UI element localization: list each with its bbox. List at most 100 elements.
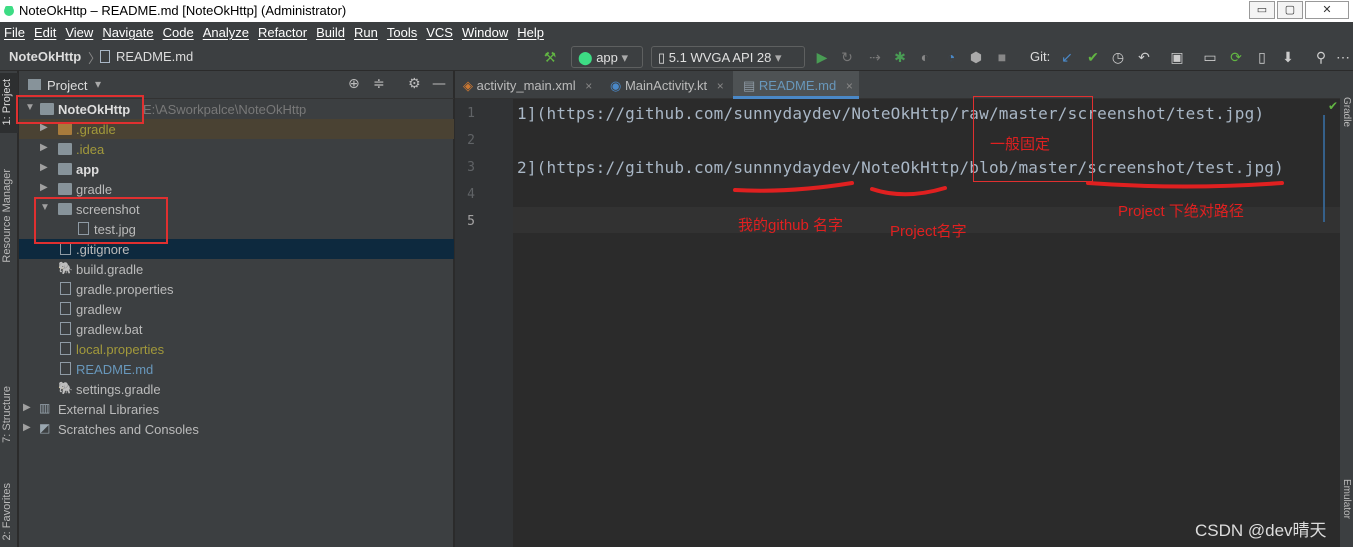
menu-window[interactable]: Window — [458, 25, 513, 40]
debug-icon[interactable]: ✱ — [891, 48, 909, 66]
tab-project-tool[interactable]: 1: Project — [1, 79, 13, 125]
tree-item-readme[interactable]: README.md — [19, 359, 454, 379]
project-view-title[interactable]: Project — [47, 78, 87, 93]
sdk-manager-icon[interactable]: ⬇ — [1279, 48, 1297, 66]
tree-item-gradlew[interactable]: gradlew — [19, 299, 454, 319]
tree-item-gradle-properties[interactable]: gradle.properties — [19, 279, 454, 299]
git-commit-icon[interactable]: ✔ — [1084, 48, 1102, 66]
bat-file-icon — [60, 322, 71, 335]
properties-file-icon — [60, 282, 71, 295]
expand-arrow-icon[interactable]: ▶ — [40, 142, 48, 153]
close-tab-icon[interactable]: × — [585, 79, 592, 93]
rollback-icon[interactable]: ↶ — [1135, 48, 1153, 66]
maximize-button[interactable]: ▢ — [1277, 1, 1303, 19]
project-panel-header: Project ▾ ⊕ ≑ ⚙ — — [19, 71, 454, 99]
tree-item-settings-gradle[interactable]: 🐘 settings.gradle — [19, 379, 454, 399]
tree-item-gradle-dir[interactable]: ▶ .gradle — [19, 119, 454, 139]
breadcrumb-file[interactable]: README.md — [116, 49, 193, 64]
menu-analyze[interactable]: Analyze — [199, 25, 254, 40]
apply-code-changes-icon[interactable]: ⇢ — [866, 48, 884, 66]
code-editor[interactable]: 1 2 3 4 5 1](https://github.com/sunnyday… — [455, 99, 1340, 547]
expand-arrow-icon[interactable]: ▶ — [40, 162, 48, 173]
tab-readme[interactable]: ▤ README.md × — [733, 71, 859, 99]
menu-tools[interactable]: Tools — [383, 25, 422, 40]
history-icon[interactable]: ◷ — [1109, 48, 1127, 66]
tree-item-label: gradlew.bat — [76, 322, 143, 337]
profile-icon[interactable]: ◔ — [942, 48, 960, 66]
chevron-down-icon[interactable]: ▾ — [95, 77, 101, 91]
apply-changes-icon[interactable]: ↻ — [838, 48, 856, 66]
tab-favorites[interactable]: 2: Favorites — [1, 483, 13, 540]
device-manager-icon[interactable]: ▯ — [1253, 48, 1271, 66]
build-hammer-icon[interactable]: ⚒ — [541, 48, 559, 66]
tree-item-scratches[interactable]: ▶ ◩ Scratches and Consoles — [19, 419, 454, 439]
tree-item-screenshot[interactable]: ▼ screenshot — [19, 199, 454, 219]
menu-file[interactable]: File — [0, 25, 30, 40]
folder-icon — [58, 143, 72, 155]
menu-navigate[interactable]: Navigate — [98, 25, 158, 40]
expand-arrow-icon[interactable]: ▶ — [23, 402, 31, 413]
expand-arrow-icon[interactable]: ▼ — [25, 102, 35, 113]
search-icon[interactable]: ⚲ — [1312, 48, 1330, 66]
sync-gradle-icon[interactable]: ⟳ — [1227, 48, 1245, 66]
hide-panel-icon[interactable]: — — [432, 76, 446, 92]
library-icon: ▥ — [39, 401, 51, 415]
menu-code[interactable]: Code — [159, 25, 199, 40]
menu-edit[interactable]: Edit — [30, 25, 61, 40]
expand-arrow-icon[interactable]: ▶ — [40, 122, 48, 133]
menu-build[interactable]: Build — [312, 25, 350, 40]
coverage-icon[interactable]: ⬢ — [967, 48, 985, 66]
device-select[interactable]: ▯ 5.1 WVGA API 28 ▾ — [651, 46, 805, 68]
close-tab-icon[interactable]: × — [846, 79, 853, 93]
menu-help[interactable]: Help — [513, 25, 549, 40]
breadcrumb-project[interactable]: NoteOkHttp — [9, 49, 81, 64]
stop-icon[interactable]: ■ — [993, 48, 1011, 66]
tree-item-gradlew-bat[interactable]: gradlew.bat — [19, 319, 454, 339]
tab-resource-manager[interactable]: Resource Manager — [1, 169, 13, 263]
menu-view[interactable]: View — [61, 25, 98, 40]
expand-arrow-icon[interactable]: ▶ — [40, 182, 48, 193]
tab-emulator[interactable]: Emulator — [1341, 479, 1352, 519]
tab-gradle[interactable]: Gradle — [1341, 97, 1352, 127]
attach-debugger-icon[interactable]: ◐ — [916, 48, 934, 66]
tab-structure[interactable]: 7: Structure — [1, 386, 13, 443]
collapse-all-icon[interactable]: ≑ — [373, 76, 385, 92]
markdown-file-icon — [100, 50, 110, 63]
run-config-select[interactable]: ⬤ app ▾ — [571, 46, 643, 68]
tree-item-idea[interactable]: ▶ .idea — [19, 139, 454, 159]
close-button[interactable]: ✕ — [1305, 1, 1349, 19]
run-icon[interactable]: ▶ — [813, 48, 831, 66]
code-line-1: 1](https://github.com/sunnydaydev/NoteOk… — [517, 104, 1265, 123]
tree-item-label: .idea — [76, 142, 105, 157]
tree-item-gitignore[interactable]: .gitignore — [19, 239, 454, 259]
folder-icon — [58, 183, 72, 195]
tree-item-label: settings.gradle — [76, 382, 161, 397]
tree-item-gradle[interactable]: ▶ gradle — [19, 179, 454, 199]
tree-item-label: .gradle — [76, 122, 116, 137]
annotation-fixed: 一般固定 — [990, 136, 1051, 153]
more-icon[interactable]: ⋯ — [1334, 48, 1352, 66]
tab-activity-main[interactable]: ◈ activity_main.xml × — [463, 71, 592, 99]
menu-run[interactable]: Run — [350, 25, 383, 40]
tab-mainactivity[interactable]: ◉ MainActivity.kt × — [610, 71, 724, 99]
tree-item-external-libraries[interactable]: ▶ ▥ External Libraries — [19, 399, 454, 419]
project-structure-icon[interactable]: ▣ — [1168, 48, 1186, 66]
chevron-down-icon: ▾ — [775, 50, 782, 65]
tree-item-build-gradle[interactable]: 🐘 build.gradle — [19, 259, 454, 279]
tree-item-local-properties[interactable]: local.properties — [19, 339, 454, 359]
git-update-icon[interactable]: ↙ — [1058, 48, 1076, 66]
gear-icon[interactable]: ⚙ — [408, 76, 421, 92]
avd-manager-icon[interactable]: ▭ — [1201, 48, 1219, 66]
menu-refactor[interactable]: Refactor — [254, 25, 312, 40]
menu-vcs[interactable]: VCS — [422, 25, 458, 40]
close-tab-icon[interactable]: × — [717, 79, 724, 93]
expand-arrow-icon[interactable]: ▼ — [40, 202, 50, 213]
right-tool-strip: Gradle Emulator — [1340, 71, 1353, 547]
tree-root[interactable]: ▼ NoteOkHttp E:\ASworkpalce\NoteOkHttp — [19, 99, 454, 119]
locate-file-icon[interactable]: ⊕ — [348, 76, 360, 92]
tree-item-test-jpg[interactable]: test.jpg — [19, 219, 454, 239]
tree-root-label: NoteOkHttp — [58, 102, 131, 117]
minimize-button[interactable]: ▭ — [1249, 1, 1275, 19]
expand-arrow-icon[interactable]: ▶ — [23, 422, 31, 433]
tree-item-app[interactable]: ▶ app — [19, 159, 454, 179]
